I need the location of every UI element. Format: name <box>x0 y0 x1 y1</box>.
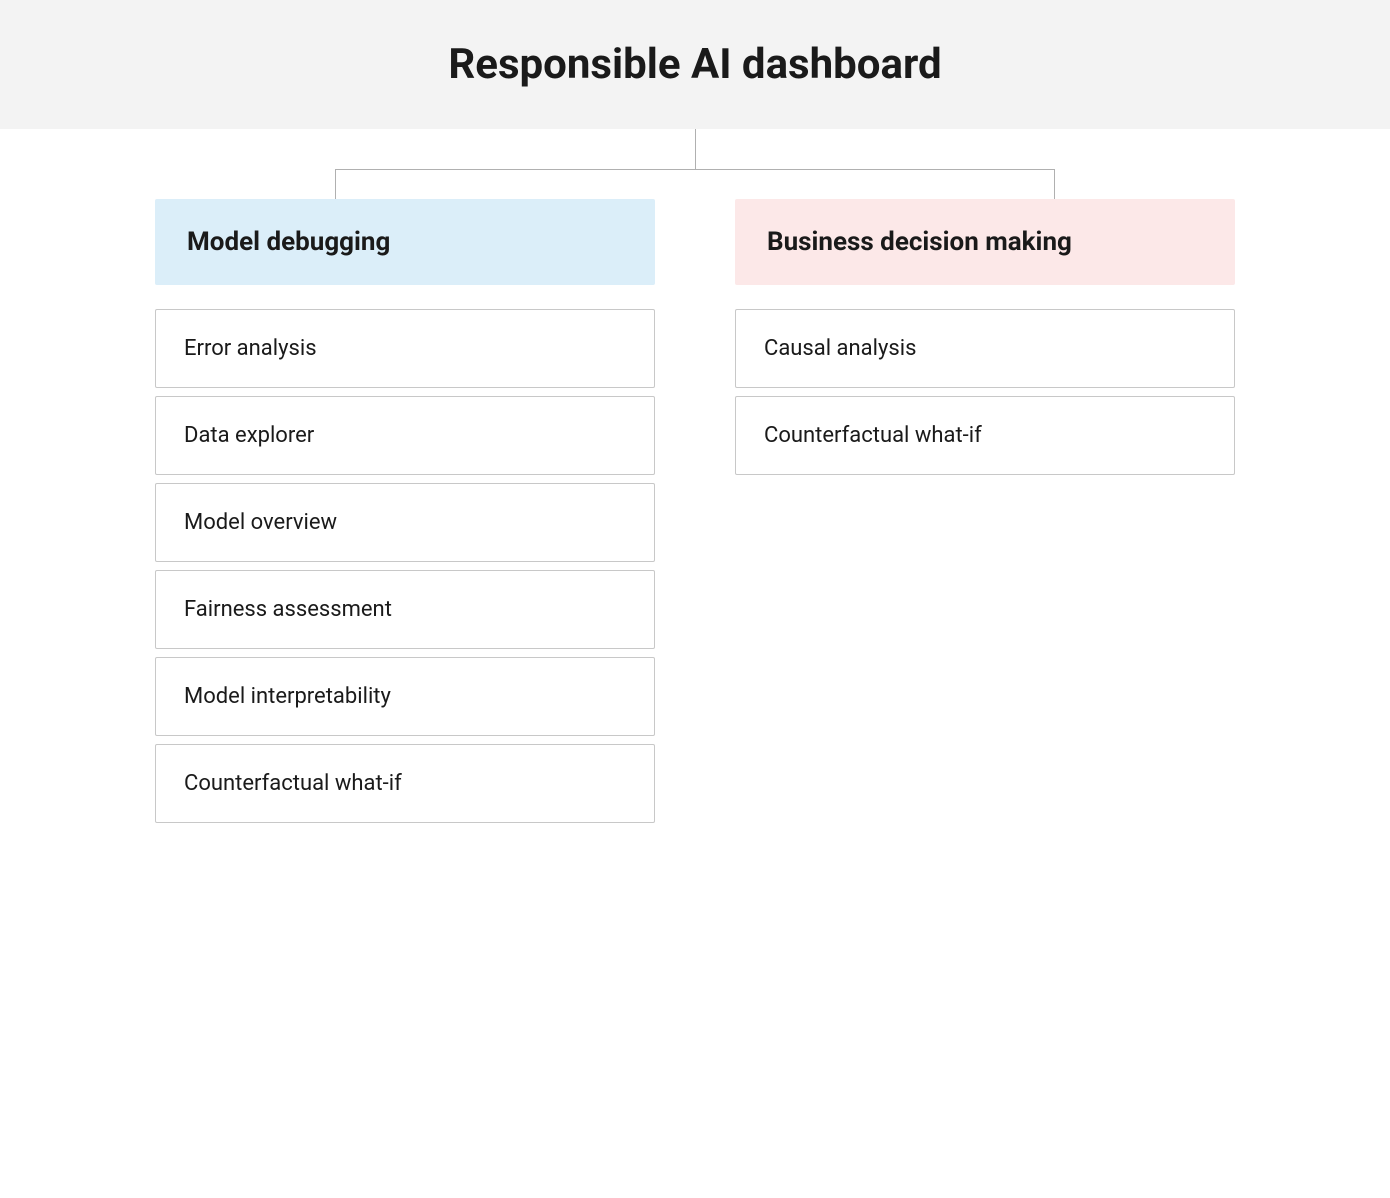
page-title: Responsible AI dashboard <box>20 40 1370 89</box>
business-decision-making-column: Business decision making Causal analysis… <box>735 199 1235 475</box>
list-item[interactable]: Data explorer <box>155 396 655 475</box>
list-item[interactable]: Counterfactual what-if <box>735 396 1235 475</box>
list-item[interactable]: Counterfactual what-if <box>155 744 655 823</box>
page-container: Responsible AI dashboard Model debugging… <box>0 0 1390 823</box>
vertical-line-root <box>695 129 696 169</box>
horizontal-branch-container <box>335 169 1055 199</box>
columns-wrapper: Model debugging Error analysis Data expl… <box>0 199 1390 823</box>
model-debugging-header: Model debugging <box>155 199 655 285</box>
right-branch-drop <box>1054 169 1055 199</box>
left-branch-drop <box>335 169 336 199</box>
tree-root-connector <box>0 129 1390 199</box>
list-item[interactable]: Fairness assessment <box>155 570 655 649</box>
list-item[interactable]: Error analysis <box>155 309 655 388</box>
list-item[interactable]: Model overview <box>155 483 655 562</box>
header: Responsible AI dashboard <box>0 0 1390 129</box>
model-debugging-column: Model debugging Error analysis Data expl… <box>155 199 655 823</box>
list-item[interactable]: Causal analysis <box>735 309 1235 388</box>
business-decision-making-header: Business decision making <box>735 199 1235 285</box>
list-item[interactable]: Model interpretability <box>155 657 655 736</box>
horizontal-line <box>335 169 1055 170</box>
